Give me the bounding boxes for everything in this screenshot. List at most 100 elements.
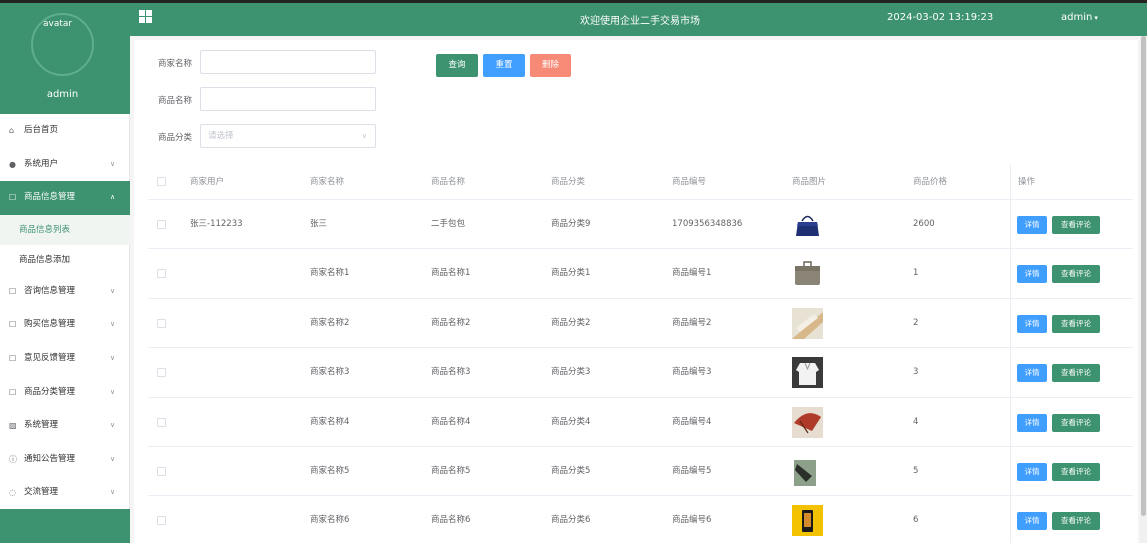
cell-merchant: 商家名称6 — [310, 515, 350, 526]
sidebar-item-purchase[interactable]: ☐ 购买信息管理 ∨ — [0, 308, 130, 342]
header-user: 商家用户 — [190, 177, 225, 187]
product-image-handbag[interactable] — [792, 209, 823, 240]
page-scrollbar[interactable] — [1140, 36, 1147, 543]
sidebar-item-chat[interactable]: ◌ 交流管理 ∨ — [0, 476, 130, 510]
sidebar-header: avatar admin — [0, 0, 130, 114]
view-reviews-button[interactable]: 查看评论 — [1052, 413, 1100, 432]
sidebar-item-product-info[interactable]: ☐ 商品信息管理 ∧ — [0, 181, 130, 215]
cell-category: 商品分类6 — [551, 515, 591, 526]
cell-code: 商品编号4 — [672, 416, 712, 427]
cell-code: 商品编号6 — [672, 515, 712, 526]
cell-name: 二手包包 — [431, 219, 466, 229]
search-button[interactable]: 查询 — [436, 54, 478, 77]
detail-button[interactable]: 详情 — [1017, 216, 1047, 234]
content-panel: 商家名称 商品名称 商品分类 请选择 ∨ 查询 重置 删除 商家用户 商家名称 … — [134, 40, 1138, 543]
reset-button[interactable]: 重置 — [483, 54, 525, 77]
doc-icon: ☐ — [9, 320, 17, 330]
row-checkbox[interactable] — [157, 466, 166, 476]
view-reviews-button[interactable]: 查看评论 — [1052, 462, 1100, 481]
avatar-alt-text: avatar — [43, 19, 73, 29]
sidebar-item-category[interactable]: ☐ 商品分类管理 ∨ — [0, 376, 130, 410]
sidebar-item-feedback[interactable]: ☐ 意见反馈管理 ∨ — [0, 342, 130, 376]
detail-button[interactable]: 详情 — [1017, 314, 1047, 333]
table-row: 商家名称6 商品名称6 商品分类6 商品编号6 6 详情 查看评论 — [148, 496, 1133, 543]
view-reviews-button[interactable]: 查看评论 — [1052, 216, 1100, 234]
table-row: 商家名称2 商品名称2 商品分类2 商品编号2 2 详情 查看评论 — [148, 298, 1133, 349]
product-table: 商家用户 商家名称 商品名称 商品分类 商品编号 商品图片 商品价格 操作 张三… — [148, 164, 1133, 543]
header-category: 商品分类 — [551, 177, 586, 187]
user-name: admin — [1061, 12, 1093, 23]
row-checkbox[interactable] — [157, 269, 166, 279]
product-image-6[interactable] — [792, 505, 823, 537]
detail-button[interactable]: 详情 — [1017, 413, 1047, 432]
row-checkbox[interactable] — [157, 318, 166, 328]
product-image-2[interactable] — [792, 307, 823, 339]
menu-toggle-icon[interactable] — [139, 10, 152, 23]
product-input[interactable] — [200, 87, 376, 111]
view-reviews-button[interactable]: 查看评论 — [1052, 265, 1100, 284]
detail-button[interactable]: 详情 — [1017, 364, 1047, 383]
scrollbar-thumb[interactable] — [1141, 36, 1146, 516]
table-row: 商家名称1 商品名称1 商品分类1 商品编号1 1 详情 查看评论 — [148, 249, 1133, 299]
sidebar-item-home[interactable]: ⌂ 后台首页 — [0, 114, 130, 148]
row-checkbox[interactable] — [157, 516, 166, 526]
cell-price: 4 — [913, 416, 919, 427]
sidebar-item-label: 系统用户 — [24, 158, 59, 169]
chevron-up-icon: ∧ — [110, 193, 116, 202]
sidebar-subitem-product-list[interactable]: 商品信息列表 — [0, 214, 130, 245]
view-reviews-button[interactable]: 查看评论 — [1052, 364, 1100, 383]
sidebar-item-label: 购买信息管理 — [24, 319, 76, 330]
delete-button[interactable]: 删除 — [530, 54, 571, 77]
column-divider — [1010, 496, 1011, 543]
category-select[interactable]: 请选择 ∨ — [200, 124, 376, 148]
caret-down-icon: ▾ — [1094, 14, 1098, 22]
sidebar-subitem-product-add[interactable]: 商品信息添加 — [0, 245, 130, 275]
cell-category: 商品分类4 — [551, 416, 591, 427]
select-all-checkbox[interactable] — [157, 177, 166, 186]
product-image-4[interactable] — [792, 406, 823, 438]
cell-code: 1709356348836 — [672, 219, 743, 229]
avatar[interactable]: avatar — [31, 13, 94, 76]
cell-price: 2600 — [913, 219, 935, 229]
table-header: 商家用户 商家名称 商品名称 商品分类 商品编号 商品图片 商品价格 操作 — [148, 164, 1133, 200]
column-divider — [1010, 397, 1011, 446]
sidebar-username: admin — [46, 89, 79, 100]
chevron-down-icon: ∨ — [110, 353, 116, 362]
view-reviews-button[interactable]: 查看评论 — [1052, 512, 1100, 531]
column-divider — [1010, 446, 1011, 496]
cell-merchant: 商家名称3 — [310, 367, 350, 378]
sidebar-item-system-users[interactable]: ● 系统用户 ∨ — [0, 148, 130, 182]
cell-merchant: 商家名称2 — [310, 317, 350, 328]
doc-icon: ☐ — [9, 286, 17, 296]
sidebar-item-label: 交流管理 — [24, 487, 59, 498]
sidebar-footer — [0, 509, 130, 543]
sidebar-item-consult[interactable]: ☐ 咨询信息管理 ∨ — [0, 275, 130, 309]
product-image-3[interactable] — [792, 357, 823, 389]
chat-icon: ◌ — [9, 488, 16, 498]
user-dropdown[interactable]: admin ▾ — [1061, 12, 1098, 23]
header-price: 商品价格 — [913, 177, 948, 187]
detail-button[interactable]: 详情 — [1017, 512, 1047, 531]
cell-category: 商品分类9 — [551, 219, 591, 229]
sidebar-item-notice[interactable]: ⓘ 通知公告管理 ∨ — [0, 443, 130, 477]
info-icon: ⓘ — [9, 454, 17, 464]
header-code: 商品编号 — [672, 177, 707, 187]
detail-button[interactable]: 详情 — [1017, 265, 1047, 284]
view-reviews-button[interactable]: 查看评论 — [1052, 314, 1100, 333]
product-image-briefcase[interactable] — [792, 258, 823, 290]
product-image-5[interactable] — [792, 455, 823, 487]
sidebar-item-system[interactable]: ▨ 系统管理 ∨ — [0, 409, 130, 443]
merchant-input[interactable] — [200, 50, 376, 74]
row-checkbox[interactable] — [157, 368, 166, 378]
sidebar-item-label: 商品信息管理 — [24, 192, 76, 203]
category-placeholder: 请选择 — [208, 131, 234, 141]
header-merchant: 商家名称 — [310, 177, 345, 187]
column-divider — [1010, 200, 1011, 249]
cell-price: 6 — [913, 515, 919, 526]
row-checkbox[interactable] — [157, 220, 166, 229]
row-checkbox[interactable] — [157, 417, 166, 427]
chevron-down-icon: ∨ — [110, 488, 116, 497]
detail-button[interactable]: 详情 — [1017, 462, 1047, 481]
cell-code: 商品编号5 — [672, 465, 712, 476]
column-divider — [1010, 348, 1011, 397]
